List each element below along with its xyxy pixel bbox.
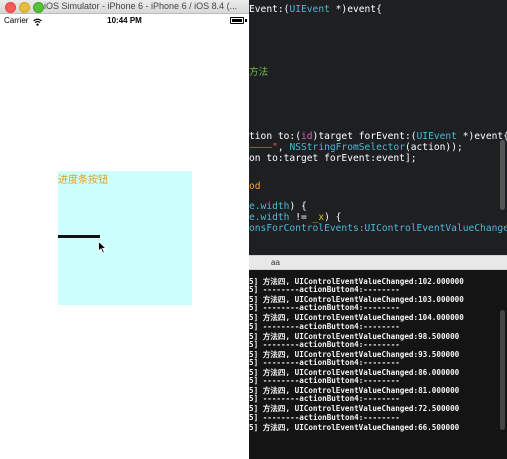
status-time: 10:44 PM (107, 16, 142, 25)
console-line: 5] --------actionButton4:-------- (249, 285, 400, 295)
code-token: , (277, 142, 290, 153)
battery-icon (230, 17, 244, 24)
console-line: 5] --------actionButton4:-------- (249, 394, 400, 404)
window-title: iOS Simulator - iPhone 6 - iPhone 6 / iO… (44, 1, 238, 11)
code-line: Event:(UIEvent *)event{ (249, 4, 382, 15)
console-line: 5] 方法四, UIControlEventValueChanged:66.50… (249, 422, 460, 432)
code-line: on to:target forEvent:event]; (249, 153, 417, 164)
filter-field[interactable]: aa (271, 257, 280, 268)
code-line: tion to:(id)target forEvent:(UIEvent *)e… (249, 131, 507, 142)
editor-scrollbar[interactable] (500, 140, 505, 210)
code-token: _x (312, 212, 325, 223)
slider-button-label: 进度条按钮 (58, 175, 108, 186)
code-line: onsForControlEvents:UIControlEventValueC… (249, 223, 507, 234)
code-token: )target forEvent:( (312, 131, 417, 142)
zoom-button[interactable] (33, 2, 44, 13)
code-line: od (249, 181, 261, 192)
code-token: 方法 (249, 67, 269, 78)
code-token: ————" (249, 142, 278, 153)
battery-tip (245, 19, 247, 22)
debug-console[interactable]: 5] 方法四, UIControlEventValueChanged:102.0… (249, 270, 507, 459)
code-line: ————", NSStringFromSelector(action)); (249, 142, 463, 153)
code-token: UIEvent (416, 131, 457, 142)
cursor-icon (98, 240, 108, 259)
code-token: (action)); (404, 142, 463, 153)
debug-bar: aa (249, 255, 507, 270)
code-token: id (300, 131, 313, 142)
console-scrollbar[interactable] (500, 310, 505, 430)
battery-level (232, 19, 242, 22)
code-token: != (289, 212, 313, 223)
ios-status-bar: Carrier 10:44 PM (0, 14, 249, 28)
console-line: 5] --------actionButton4:-------- (249, 321, 400, 331)
code-token: UIEvent (289, 4, 330, 15)
code-token: ) { (289, 201, 307, 212)
code-line: e.width) { (249, 201, 307, 212)
code-token: tion to:( (249, 131, 301, 142)
slider-track[interactable] (58, 235, 100, 238)
console-line: 5] --------actionButton4:-------- (249, 376, 400, 386)
code-token: onsForControlEvents:UIControlEventValueC… (249, 223, 507, 234)
code-token: Event:( (249, 4, 290, 15)
code-token: e.width (249, 212, 290, 223)
console-line: 5] --------actionButton4:-------- (249, 303, 400, 313)
console-line: 5] --------actionButton4:-------- (249, 412, 400, 422)
code-token: *)event{ (329, 4, 382, 15)
console-line: 5] --------actionButton4:-------- (249, 339, 400, 349)
window-corner (497, 449, 507, 459)
code-line: 方法 (249, 64, 268, 78)
close-button[interactable] (5, 2, 16, 13)
ios-simulator-window: iOS Simulator - iPhone 6 - iPhone 6 / iO… (0, 0, 249, 459)
code-token: on to:target forEvent:event]; (249, 153, 417, 164)
minimize-button[interactable] (19, 2, 30, 13)
code-line: e.width != _x) { (249, 212, 341, 223)
code-token: ) { (324, 212, 342, 223)
code-token: od (249, 181, 261, 192)
slider-panel[interactable]: 进度条按钮 (58, 171, 192, 305)
code-editor[interactable]: Event:(UIEvent *)event{方法 tion to:(id)tar… (249, 0, 507, 255)
simulator-title-bar[interactable]: iOS Simulator - iPhone 6 - iPhone 6 / iO… (0, 0, 249, 14)
code-token: e.width (249, 201, 290, 212)
console-line: 5] --------actionButton4:-------- (249, 357, 400, 367)
code-token: NSStringFromSelector (289, 142, 405, 153)
